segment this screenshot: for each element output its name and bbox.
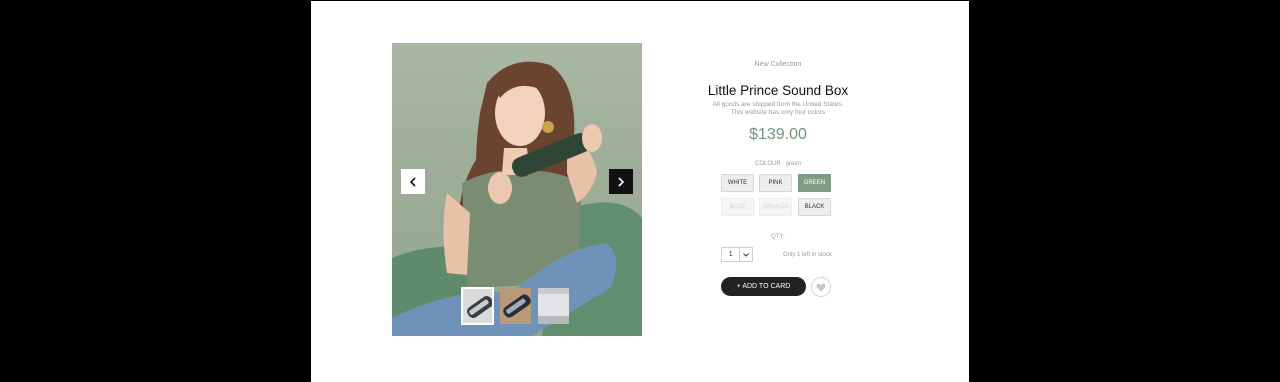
description-line-2: This website has only four colors — [730, 109, 826, 116]
quantity-select[interactable]: 1 — [721, 247, 753, 262]
product-price: $139.00 — [749, 126, 807, 143]
stock-notice: Only 1 left in stock — [783, 252, 833, 258]
next-arrow-button[interactable] — [609, 169, 633, 194]
chevron-right-icon — [618, 176, 625, 187]
colour-label: COLOUR : green — [754, 161, 802, 167]
colour-option-blue: BLUE — [721, 198, 754, 216]
thumbnail-strip — [461, 287, 570, 325]
chevron-left-icon — [409, 176, 416, 187]
chevron-down-icon[interactable] — [739, 248, 752, 261]
product-description: All goods are shipped from the United St… — [693, 101, 863, 117]
thumbnail-2[interactable] — [499, 287, 532, 325]
heart-icon — [816, 283, 826, 291]
colour-option-orange: ORANGE — [759, 198, 792, 216]
wishlist-button[interactable] — [811, 277, 831, 297]
colour-option-pink[interactable]: PINK — [759, 174, 792, 192]
thumbnail-1[interactable] — [461, 287, 494, 325]
collection-label: New Collection — [754, 61, 802, 68]
thumbnail-3[interactable] — [537, 287, 570, 325]
product-title: Little Prince Sound Box — [707, 83, 849, 98]
product-page: New Collection Little Prince Sound Box A… — [311, 1, 969, 382]
description-line-1: All goods are shipped from the United St… — [712, 101, 844, 108]
add-to-cart-button[interactable]: + ADD TO CARD — [721, 277, 806, 296]
qty-label: QTY: — [771, 234, 785, 240]
colour-option-green[interactable]: GREEN — [798, 174, 831, 192]
colour-option-black[interactable]: BLACK — [798, 198, 831, 216]
product-gallery — [392, 43, 642, 336]
colour-option-white[interactable]: WHITE — [721, 174, 754, 192]
prev-arrow-button[interactable] — [401, 169, 425, 194]
quantity-value: 1 — [728, 251, 733, 258]
